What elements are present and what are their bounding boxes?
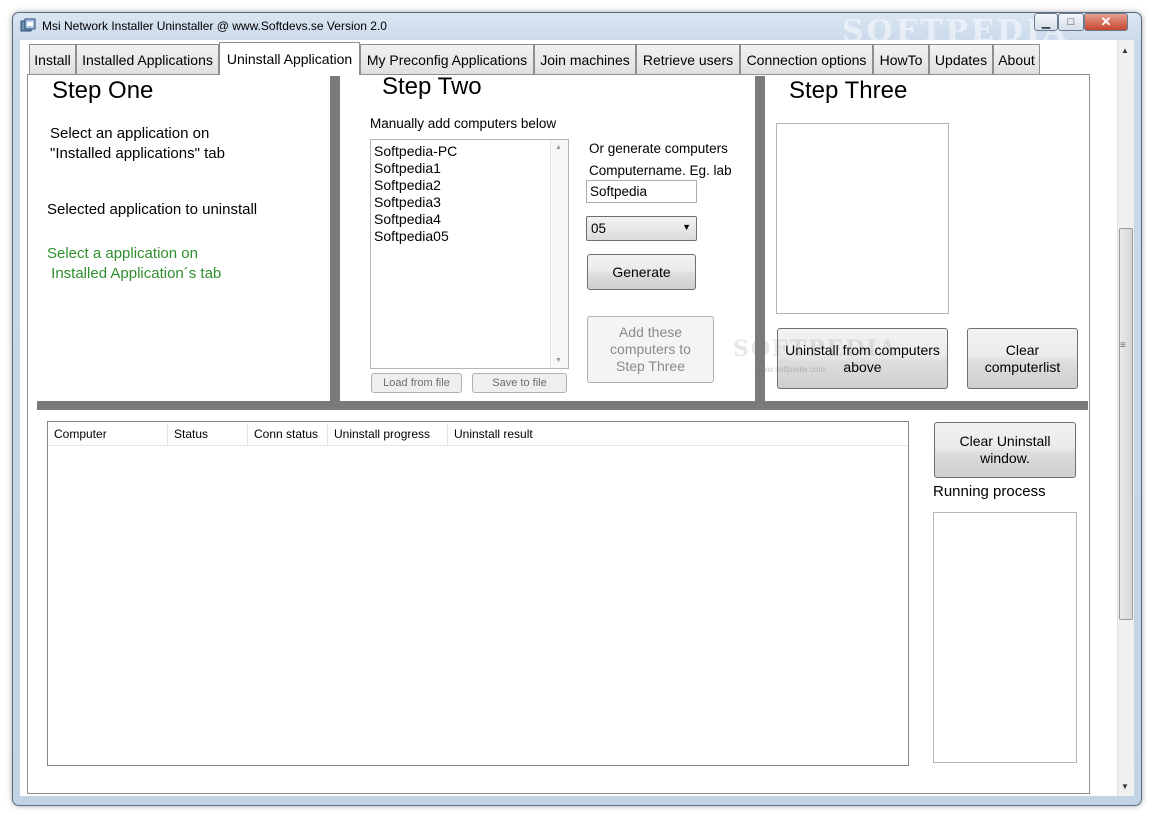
computername-input[interactable]: Softpedia — [586, 180, 697, 203]
step-one-instruction-line1: Select an application on — [50, 125, 210, 142]
scroll-down-icon[interactable]: ▼ — [1121, 782, 1129, 791]
add-button-line2: computers to — [610, 341, 691, 357]
computer-entry: Softpedia05 — [374, 228, 449, 244]
textbox-scrollbar[interactable]: ▲ ▼ — [550, 140, 568, 368]
scroll-up-icon[interactable]: ▲ — [1121, 46, 1129, 55]
clear-button-line1: Clear — [1005, 341, 1040, 358]
scroll-down-icon[interactable]: ▼ — [555, 357, 562, 364]
selected-application-label: Selected application to uninstall — [47, 201, 258, 218]
column-header-uninstall-result[interactable]: Uninstall result — [448, 423, 568, 445]
watermark-url: www.softpedia.com — [756, 365, 825, 374]
watermark-overlay: SOFTPEDIA — [733, 336, 898, 362]
maximize-button[interactable]: □ — [1058, 13, 1084, 31]
tab-uninstall-application[interactable]: Uninstall Application — [219, 42, 360, 75]
step-one-heading: Step One — [52, 77, 154, 104]
chevron-down-icon: ▼ — [682, 222, 691, 232]
computers-textbox[interactable]: Softpedia-PC Softpedia1 Softpedia2 Softp… — [370, 139, 569, 369]
tab-join-machines[interactable]: Join machines — [534, 44, 636, 74]
column-header-conn-status[interactable]: Conn status — [248, 423, 328, 445]
app-icon — [20, 18, 36, 32]
running-process-label: Running process — [933, 483, 1046, 500]
clear-button-line2: computerlist — [984, 358, 1061, 375]
save-to-file-button[interactable]: Save to file — [472, 373, 567, 393]
count-dropdown[interactable]: 05 ▼ — [586, 216, 697, 241]
scrollbar-thumb[interactable] — [1119, 228, 1133, 620]
clear-computerlist-button[interactable]: Clear computerlist — [967, 328, 1078, 389]
tab-about[interactable]: About — [993, 44, 1040, 74]
grid-header-divider — [48, 445, 908, 446]
tab-install[interactable]: Install — [29, 44, 76, 74]
results-grid[interactable] — [47, 421, 909, 766]
minimize-button[interactable]: ▁ — [1034, 13, 1058, 31]
computer-entry: Softpedia2 — [374, 177, 441, 193]
close-button[interactable]: ✕ — [1084, 13, 1128, 31]
computer-entry: Softpedia4 — [374, 211, 441, 227]
add-button-line3: Step Three — [615, 358, 685, 374]
clear-uninstall-line1: Clear Uninstall — [959, 433, 1051, 449]
computer-entry: Softpedia1 — [374, 160, 441, 176]
add-button-line1: Add these — [618, 324, 683, 340]
divider-step-one — [330, 76, 340, 402]
count-dropdown-value: 05 — [591, 221, 607, 236]
window-title: Msi Network Installer Uninstaller @ www.… — [42, 19, 387, 33]
tab-retrieve-users[interactable]: Retrieve users — [636, 44, 740, 74]
column-header-computer[interactable]: Computer — [48, 423, 168, 445]
manual-add-label: Manually add computers below — [370, 116, 557, 131]
tab-connection-options[interactable]: Connection options — [740, 44, 873, 74]
clear-uninstall-line2: window. — [980, 450, 1030, 466]
computer-entry: Softpedia-PC — [374, 143, 458, 159]
add-to-step-three-button[interactable]: Add these computers to Step Three — [587, 316, 714, 383]
scroll-up-icon[interactable]: ▲ — [555, 144, 562, 151]
divider-horizontal — [37, 401, 1088, 410]
tab-my-preconfig-applications[interactable]: My Preconfig Applications — [360, 44, 534, 74]
column-header-uninstall-progress[interactable]: Uninstall progress — [328, 423, 448, 445]
computername-label: Computername. Eg. lab — [589, 163, 732, 178]
step-three-heading: Step Three — [789, 77, 908, 104]
step-two-heading: Step Two — [382, 73, 482, 100]
computer-entry: Softpedia3 — [374, 194, 441, 210]
step-one-instruction-line2: "Installed applications" tab — [50, 145, 225, 162]
running-process-list[interactable] — [933, 512, 1077, 763]
tab-howto[interactable]: HowTo — [873, 44, 929, 74]
step-three-computer-list[interactable] — [776, 123, 949, 314]
load-from-file-button[interactable]: Load from file — [371, 373, 462, 393]
generate-label: Or generate computers — [589, 141, 728, 156]
clear-uninstall-window-button[interactable]: Clear Uninstall window. — [934, 422, 1076, 478]
generate-button[interactable]: Generate — [587, 254, 696, 290]
column-header-status[interactable]: Status — [168, 423, 248, 445]
tab-updates[interactable]: Updates — [929, 44, 993, 74]
selected-application-value-line1: Select a application on — [47, 245, 198, 262]
selected-application-value-line2: Installed Application´s tab — [47, 265, 222, 282]
grip-icon: ≡ — [1120, 340, 1126, 351]
tab-installed-applications[interactable]: Installed Applications — [76, 44, 219, 74]
